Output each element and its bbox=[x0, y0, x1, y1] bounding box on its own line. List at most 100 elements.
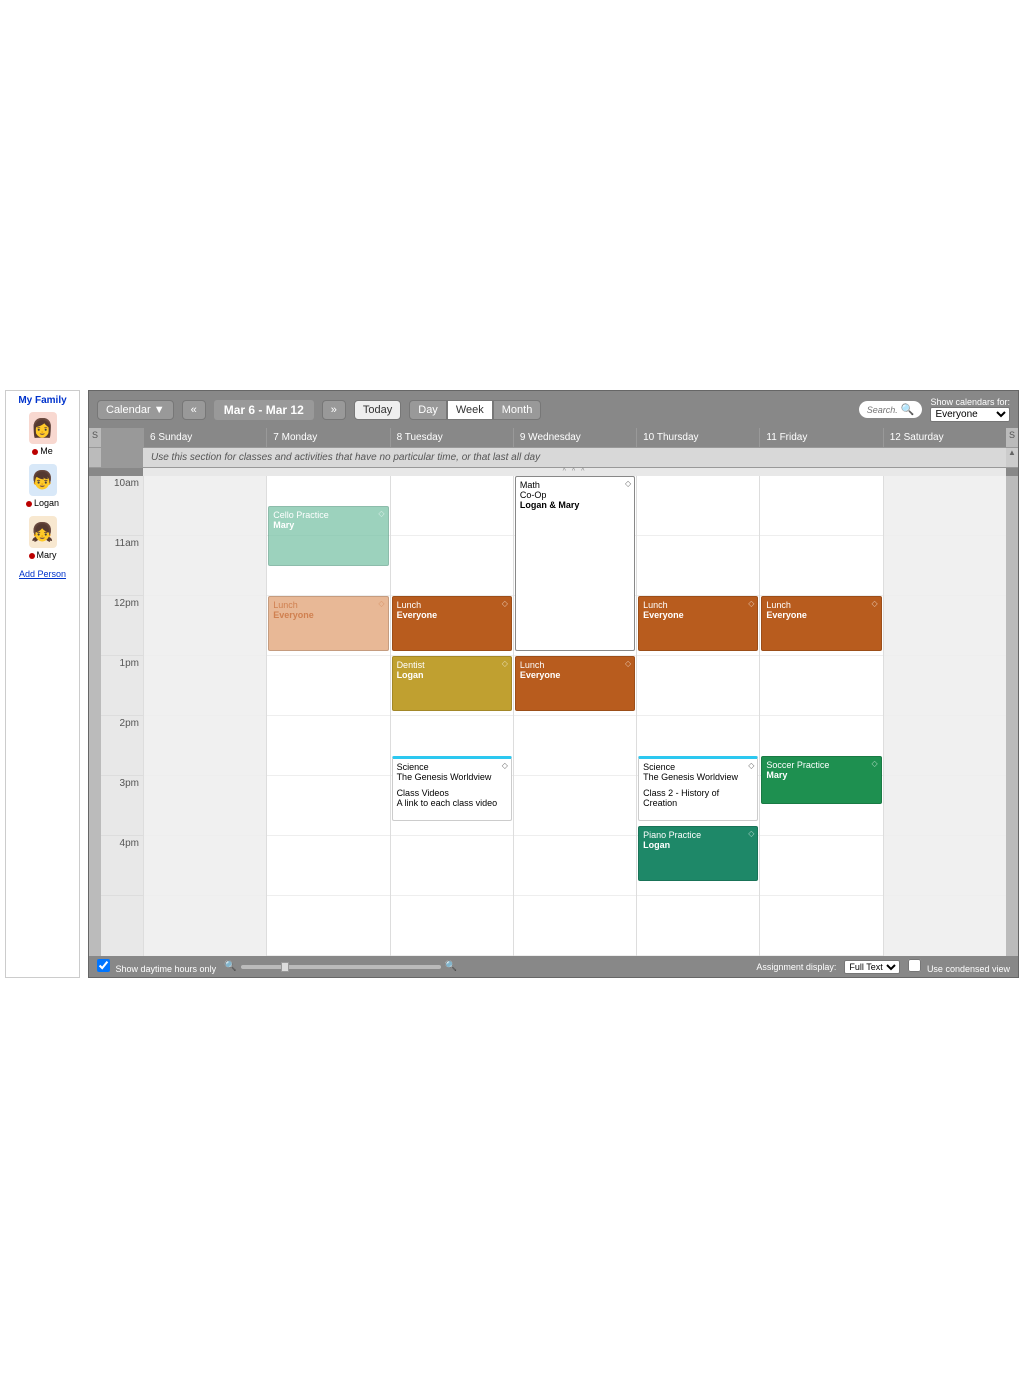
person-logan[interactable]: 👦Logan bbox=[8, 464, 77, 508]
event-title: Lunch bbox=[273, 600, 383, 610]
zoom-slider[interactable] bbox=[241, 965, 441, 969]
calendar-footer: Show daytime hours only 🔍 🔍 Assignment d… bbox=[89, 956, 1018, 977]
show-calendars-select[interactable]: Everyone bbox=[930, 407, 1010, 422]
avatar: 👦 bbox=[29, 464, 57, 496]
person-mary[interactable]: 👧 Mary bbox=[8, 516, 77, 560]
event-menu-icon[interactable]: ◇ bbox=[748, 829, 754, 838]
search-icon: 🔍 bbox=[901, 403, 915, 416]
calendar-event[interactable]: ◇LunchEveryone bbox=[268, 596, 388, 651]
event-menu-icon[interactable]: ◇ bbox=[872, 759, 878, 768]
time-label bbox=[101, 896, 143, 956]
month-view-button[interactable]: Month bbox=[493, 400, 542, 420]
event-menu-icon[interactable]: ◇ bbox=[872, 599, 878, 608]
show-calendars-label: Show calendars for: bbox=[930, 397, 1010, 407]
event-title: Dentist bbox=[397, 660, 507, 670]
add-person-link[interactable]: Add Person bbox=[19, 569, 66, 579]
day-column[interactable]: ◇LunchEveryone◇DentistLogan◇ScienceThe G… bbox=[390, 476, 513, 956]
time-label: 3pm bbox=[101, 776, 143, 836]
day-column[interactable]: ◇LunchEveryone◇ScienceThe Genesis Worldv… bbox=[636, 476, 759, 956]
event-menu-icon[interactable]: ◇ bbox=[502, 599, 508, 608]
event-detail: Class Videos bbox=[397, 788, 507, 798]
person-name-label: Mary bbox=[8, 550, 77, 560]
event-subtitle: Co-Op bbox=[520, 490, 630, 500]
event-who: Mary bbox=[766, 770, 876, 780]
day-column[interactable]: ◇LunchEveryone ◇Soccer PracticeMary bbox=[759, 476, 882, 956]
event-menu-icon[interactable]: ◇ bbox=[502, 761, 508, 770]
event-title: Math bbox=[520, 480, 630, 490]
calendar-event[interactable]: ◇LunchEveryone bbox=[515, 656, 635, 711]
calendar-toolbar: Calendar ▼ « Mar 6 - Mar 12 » Today Day … bbox=[89, 391, 1018, 428]
day-column[interactable]: ◇Cello PracticeMary◇LunchEveryone bbox=[266, 476, 389, 956]
day-header: 8 Tuesday bbox=[390, 428, 513, 447]
calendar-event[interactable]: ◇LunchEveryone bbox=[761, 596, 881, 651]
event-who: Everyone bbox=[643, 610, 753, 620]
zoom-out-icon[interactable]: 🔍 bbox=[224, 961, 236, 972]
calendar-event[interactable]: ◇ScienceThe Genesis Worldview Class Video… bbox=[392, 756, 512, 821]
sidebar-title: My Family bbox=[8, 395, 77, 406]
time-label: 4pm bbox=[101, 836, 143, 896]
condensed-view-toggle[interactable]: Use condensed view bbox=[908, 959, 1010, 974]
day-header: 12 Saturday bbox=[883, 428, 1006, 447]
allday-resize-handle[interactable]: ^ ^ ^ bbox=[143, 468, 1006, 476]
event-who: Logan & Mary bbox=[520, 500, 630, 510]
event-title: Cello Practice bbox=[273, 510, 383, 520]
calendar-event[interactable]: ◇LunchEveryone bbox=[638, 596, 758, 651]
event-title: Piano Practice bbox=[643, 830, 753, 840]
event-menu-icon[interactable]: ◇ bbox=[378, 509, 384, 518]
event-menu-icon[interactable]: ◇ bbox=[625, 659, 631, 668]
today-button[interactable]: Today bbox=[354, 400, 401, 420]
daytime-hours-toggle[interactable]: Show daytime hours only bbox=[97, 959, 216, 974]
calendar-event[interactable]: ◇DentistLogan bbox=[392, 656, 512, 711]
calendar-event[interactable]: ◇Soccer PracticeMary bbox=[761, 756, 881, 804]
event-detail: Class 2 - History of Creation bbox=[643, 788, 753, 808]
event-title: Science bbox=[643, 762, 753, 772]
event-title: Lunch bbox=[397, 600, 507, 610]
day-column[interactable]: ◇MathCo-OpLogan & Mary◇LunchEveryone bbox=[513, 476, 636, 956]
time-label: 2pm bbox=[101, 716, 143, 776]
search-box[interactable]: 🔍 bbox=[859, 401, 923, 418]
day-view-button[interactable]: Day bbox=[409, 400, 447, 420]
family-sidebar: My Family 👩Me 👦Logan 👧 Mary Add Person bbox=[5, 390, 80, 978]
calendar-event[interactable]: ◇Cello PracticeMary bbox=[268, 506, 388, 566]
condensed-view-checkbox[interactable] bbox=[908, 959, 921, 972]
day-column[interactable] bbox=[143, 476, 266, 956]
calendar-event[interactable]: ◇MathCo-OpLogan & Mary bbox=[515, 476, 635, 651]
allday-hint: Use this section for classes and activit… bbox=[143, 448, 1006, 467]
avatar: 👩 bbox=[29, 412, 57, 444]
event-title: Lunch bbox=[520, 660, 630, 670]
day-column[interactable] bbox=[883, 476, 1006, 956]
calendar-menu-button[interactable]: Calendar ▼ bbox=[97, 400, 174, 420]
event-title: Science bbox=[397, 762, 507, 772]
daytime-hours-checkbox[interactable] bbox=[97, 959, 110, 972]
calendar-event[interactable]: ◇Piano PracticeLogan bbox=[638, 826, 758, 881]
day-headers-row: S 6 Sunday7 Monday8 Tuesday9 Wednesday10… bbox=[89, 428, 1018, 447]
zoom-in-icon[interactable]: 🔍 bbox=[445, 961, 457, 972]
person-me[interactable]: 👩Me bbox=[8, 412, 77, 456]
event-menu-icon[interactable]: ◇ bbox=[502, 659, 508, 668]
avatar: 👧 bbox=[29, 516, 57, 548]
allday-section[interactable]: Use this section for classes and activit… bbox=[89, 447, 1018, 468]
calendar-event[interactable]: ◇LunchEveryone bbox=[392, 596, 512, 651]
day-header: 10 Thursday bbox=[636, 428, 759, 447]
event-who: Everyone bbox=[520, 670, 630, 680]
event-who: Everyone bbox=[766, 610, 876, 620]
event-menu-icon[interactable]: ◇ bbox=[378, 599, 384, 608]
event-who: Everyone bbox=[273, 610, 383, 620]
next-week-button[interactable]: » bbox=[322, 400, 346, 420]
event-subtitle: The Genesis Worldview bbox=[643, 772, 753, 782]
day-header: 7 Monday bbox=[266, 428, 389, 447]
zoom-control[interactable]: 🔍 🔍 bbox=[224, 961, 457, 972]
event-subtitle: The Genesis Worldview bbox=[397, 772, 507, 782]
calendar-event[interactable]: ◇ScienceThe Genesis Worldview Class 2 - H… bbox=[638, 756, 758, 821]
event-menu-icon[interactable]: ◇ bbox=[748, 761, 754, 770]
event-who: Mary bbox=[273, 520, 383, 530]
week-view-button[interactable]: Week bbox=[447, 400, 493, 420]
calendar-grid: 10am11am12pm1pm2pm3pm4pm ◇Cello Practice… bbox=[89, 476, 1018, 956]
allday-collapse-icon[interactable]: ▲ bbox=[1006, 448, 1018, 467]
scroll-right-stub: S bbox=[1006, 428, 1018, 447]
event-menu-icon[interactable]: ◇ bbox=[625, 479, 631, 488]
assignment-display-select[interactable]: Full Text bbox=[844, 960, 900, 974]
event-menu-icon[interactable]: ◇ bbox=[748, 599, 754, 608]
prev-week-button[interactable]: « bbox=[182, 400, 206, 420]
search-input[interactable] bbox=[867, 405, 897, 415]
